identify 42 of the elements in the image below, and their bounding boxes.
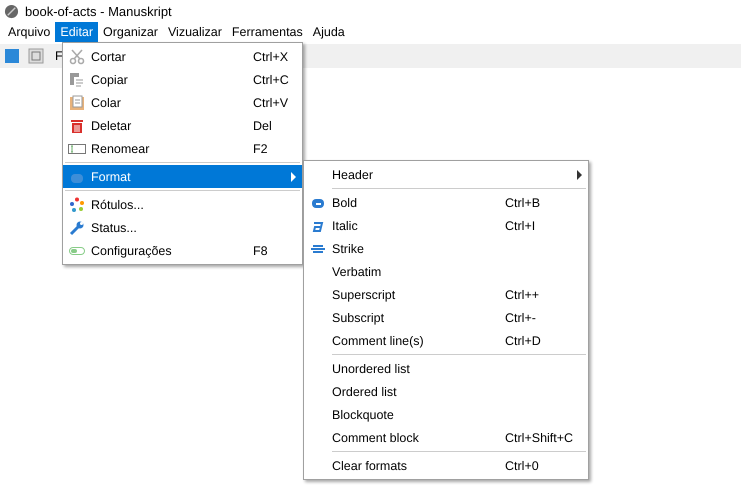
menu-entry[interactable]: Renomear F2 xyxy=(63,137,302,160)
menu-entry[interactable]: Copiar Ctrl+C xyxy=(63,68,302,91)
submenu-arrow-icon xyxy=(577,170,582,180)
menu-entry[interactable]: Colar Ctrl+V xyxy=(63,91,302,114)
color-wheel-icon xyxy=(69,196,85,212)
menu-entry[interactable]: Cortar Ctrl+X xyxy=(63,45,302,68)
menu-entry[interactable]: Ordered list xyxy=(304,380,588,403)
toggle-icon xyxy=(69,246,85,254)
menu-item[interactable]: Arquivo xyxy=(3,22,56,42)
trash-icon xyxy=(69,118,85,134)
menu-item[interactable]: Editar xyxy=(55,22,98,42)
menu-entry[interactable]: Configurações F8 xyxy=(63,239,302,262)
menu-item[interactable]: Ajuda xyxy=(308,22,350,42)
menu-entry[interactable]: Deletar Del xyxy=(63,114,302,137)
menu-item[interactable]: Organizar xyxy=(98,22,163,42)
menu-entry[interactable]: Unordered list xyxy=(304,357,588,380)
text-field-icon xyxy=(68,144,86,154)
menu-entry[interactable]: Superscript Ctrl++ xyxy=(304,283,588,306)
window-title: book-of-acts - Manuskript xyxy=(25,4,172,18)
menu-entry[interactable]: Blockquote xyxy=(304,403,588,426)
menu-item[interactable]: Ferramentas xyxy=(226,22,308,42)
menu-entry[interactable]: Comment line(s) Ctrl+D xyxy=(304,329,588,352)
copy-icon xyxy=(69,72,85,88)
toolbar-label: F xyxy=(55,49,63,63)
menu-entry[interactable]: Italic Ctrl+I xyxy=(304,214,588,237)
submenu-arrow-icon xyxy=(291,172,296,182)
menu-entry[interactable]: Comment block Ctrl+Shift+C xyxy=(304,426,588,449)
scissors-icon xyxy=(69,48,85,64)
wrench-icon xyxy=(69,220,85,236)
frame-icon[interactable] xyxy=(28,48,44,64)
menu-item[interactable]: Vizualizar xyxy=(162,22,227,42)
menu-entry[interactable]: Strike xyxy=(304,237,588,260)
menu-entry[interactable]: Bold Ctrl+B xyxy=(304,191,588,214)
menu-entry[interactable]: Clear formats Ctrl+0 xyxy=(304,454,588,477)
app-icon xyxy=(4,4,19,18)
clipboard-icon xyxy=(69,94,85,110)
menu-entry[interactable]: Subscript Ctrl+- xyxy=(304,306,588,329)
menu-entry[interactable]: Format xyxy=(63,165,302,188)
menu-entry[interactable]: Rótulos... xyxy=(63,193,302,216)
menu-entry[interactable]: Header xyxy=(304,163,588,186)
menu-entry[interactable]: Verbatim xyxy=(304,260,588,283)
menu-entry[interactable]: Status... xyxy=(63,216,302,239)
